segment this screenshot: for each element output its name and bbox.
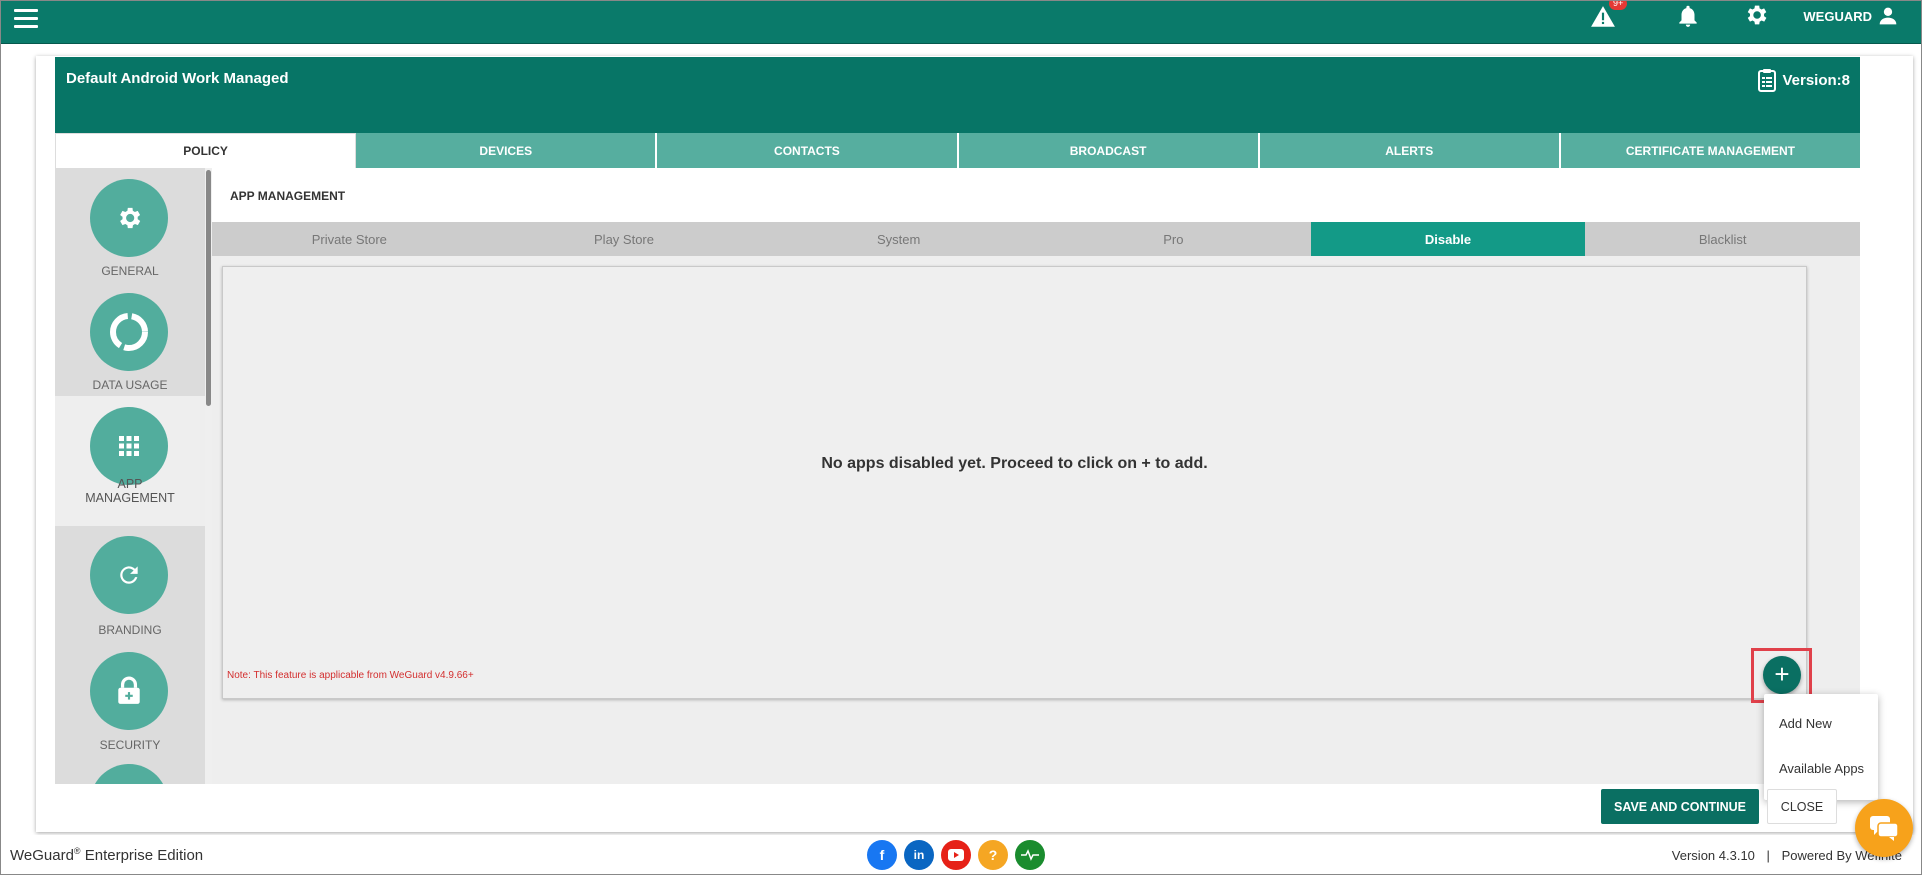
- sidebar-label-branding: BRANDING: [98, 623, 162, 637]
- add-fab-button[interactable]: +: [1763, 656, 1801, 694]
- subtab-play-store[interactable]: Play Store: [487, 222, 762, 256]
- edition-label: Enterprise Edition: [80, 847, 204, 864]
- gear-icon: [120, 207, 141, 229]
- policy-sidebar: GENERAL DATA USAGE APP MANAGEMENT BRANDI…: [55, 168, 205, 784]
- sidebar-label-data-usage: DATA USAGE: [92, 378, 168, 392]
- user-icon: [1879, 7, 1897, 25]
- sidebar-item-security[interactable]: SECURITY: [55, 640, 205, 754]
- app-management-subtabs: Private Store Play Store System Pro Disa…: [212, 222, 1860, 256]
- donut-chart-icon: [110, 313, 148, 351]
- menu-item-add-new[interactable]: Add New: [1779, 716, 1832, 731]
- data-usage-circle: [90, 293, 168, 371]
- app-grid-icon: [119, 436, 139, 456]
- save-and-continue-button[interactable]: SAVE AND CONTINUE: [1601, 789, 1759, 824]
- subtab-disable[interactable]: Disable: [1310, 222, 1586, 256]
- policy-title: Default Android Work Managed: [66, 70, 289, 87]
- settings-gear-icon[interactable]: [1743, 2, 1769, 28]
- sidebar-scrollbar-thumb[interactable]: [206, 170, 211, 406]
- chat-bubble-icon: [1870, 816, 1899, 841]
- version-label: Version:8: [1782, 71, 1850, 89]
- tab-policy[interactable]: POLICY: [55, 133, 357, 168]
- footer: WeGuard® Enterprise Edition f in ? Versi…: [0, 835, 1922, 875]
- user-menu[interactable]: WEGUARD: [1803, 6, 1898, 26]
- add-options-menu: Add New Available Apps: [1764, 694, 1878, 800]
- lock-icon: [118, 676, 140, 704]
- sidebar-item-branding[interactable]: BRANDING: [55, 526, 205, 640]
- clipboard-icon: [1758, 69, 1777, 92]
- section-title: APP MANAGEMENT: [230, 189, 346, 203]
- disabled-apps-panel: No apps disabled yet. Proceed to click o…: [222, 266, 1807, 699]
- tab-devices[interactable]: DEVICES: [356, 133, 658, 168]
- registered-mark: ®: [73, 846, 81, 856]
- security-circle: [90, 652, 168, 730]
- tab-broadcast[interactable]: BROADCAST: [958, 133, 1260, 168]
- sidebar-label-app-management: APP MANAGEMENT: [85, 477, 175, 505]
- feature-note: Note: This feature is applicable from We…: [227, 670, 474, 681]
- empty-state-message: No apps disabled yet. Proceed to click o…: [821, 455, 1208, 472]
- general-circle: [90, 179, 168, 257]
- close-button[interactable]: CLOSE: [1767, 789, 1837, 824]
- sidebar-label-general: GENERAL: [101, 264, 159, 278]
- tab-alerts[interactable]: ALERTS: [1259, 133, 1561, 168]
- sidebar-item-next[interactable]: [55, 754, 205, 784]
- menu-item-available-apps[interactable]: Available Apps: [1779, 761, 1864, 776]
- chat-widget-button[interactable]: [1855, 799, 1913, 857]
- branding-circle: [90, 536, 168, 614]
- main-tabs: POLICY DEVICES CONTACTS BROADCAST ALERTS…: [55, 133, 1861, 168]
- refresh-icon: [120, 566, 138, 584]
- app-version: Version 4.3.10: [1671, 848, 1755, 863]
- alert-count-badge: 9+: [1609, 0, 1628, 10]
- hamburger-menu-icon[interactable]: [14, 9, 38, 29]
- brand-name: WeGuard: [10, 847, 74, 864]
- bell-icon[interactable]: [1675, 3, 1701, 29]
- subtab-blacklist[interactable]: Blacklist: [1585, 222, 1860, 256]
- tab-certificate-management[interactable]: CERTIFICATE MANAGEMENT: [1560, 133, 1861, 168]
- policy-header: Default Android Work Managed Version:8: [55, 57, 1860, 133]
- top-bar: 9+ WEGUARD: [0, 0, 1922, 44]
- subtab-system[interactable]: System: [761, 222, 1036, 256]
- status-pulse-icon[interactable]: [1015, 840, 1045, 870]
- divider: |: [1766, 848, 1770, 863]
- sidebar-item-data-usage[interactable]: DATA USAGE: [55, 282, 205, 396]
- youtube-icon[interactable]: [941, 840, 971, 870]
- sidebar-item-app-management[interactable]: APP MANAGEMENT: [55, 396, 205, 526]
- version-indicator: Version:8: [1758, 68, 1850, 92]
- subtab-private-store[interactable]: Private Store: [212, 222, 487, 256]
- section-header: APP MANAGEMENT: [212, 168, 1860, 222]
- tab-contacts[interactable]: CONTACTS: [657, 133, 959, 168]
- footer-brand: WeGuard® Enterprise Edition: [10, 846, 203, 864]
- linkedin-icon[interactable]: in: [904, 840, 934, 870]
- sidebar-item-general[interactable]: GENERAL: [55, 168, 205, 282]
- facebook-icon[interactable]: f: [867, 840, 897, 870]
- help-icon[interactable]: ?: [978, 840, 1008, 870]
- subtab-pro[interactable]: Pro: [1036, 222, 1311, 256]
- social-links: f in ?: [867, 840, 1045, 870]
- next-circle: [90, 764, 168, 784]
- username-label: WEGUARD: [1803, 8, 1872, 24]
- app-management-circle: [90, 407, 168, 485]
- sidebar-label-security: SECURITY: [99, 738, 161, 752]
